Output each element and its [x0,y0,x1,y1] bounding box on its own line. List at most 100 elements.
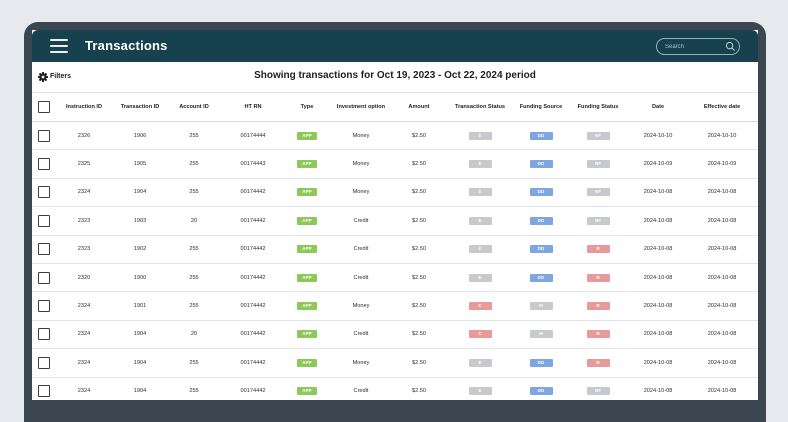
row-checkbox[interactable] [38,158,50,171]
type-badge: APP [297,273,317,282]
funding-status-cell: R [566,235,630,264]
funding-source-badge: DD [529,358,553,367]
funding-status-cell: R [566,320,630,350]
column-header[interactable]: Account ID [168,92,220,122]
transaction-status-badge: E [468,358,492,367]
column-header[interactable]: Transaction Status [444,92,516,122]
column-header[interactable]: Funding Source [516,92,566,122]
transaction-status-cell: C [444,320,516,350]
row-checkbox[interactable] [38,271,50,284]
account-id-cell: 255 [168,263,220,293]
table-row[interactable]: 2325 1905 255 00174443 APP Money $2.50 E DD NF 202… [32,149,758,179]
funding-status-badge: NF [586,387,610,396]
column-header[interactable]: Funding Status [566,92,630,122]
ht-rn-cell: 00174442 [220,291,286,321]
account-id-cell: 255 [168,377,220,400]
search-input[interactable] [665,40,721,53]
row-checkbox[interactable] [38,214,50,227]
investment-option-cell: Credit [328,235,394,264]
column-header[interactable]: HT RN [220,92,286,122]
type-cell: APP [286,235,328,264]
instruction-id-cell: 2325 [56,149,112,179]
transaction-status-badge: C [468,302,492,311]
date-cell: 2024-10-08 [630,320,686,350]
effective-date-cell: 2024-10-08 [686,348,758,378]
table-row[interactable]: 2324 1904 255 00174442 APP Money $2.50 E DD R 2024… [32,348,758,378]
account-id-cell: 255 [168,348,220,378]
column-header[interactable]: Transaction ID [112,92,168,122]
instruction-id-cell: 2324 [56,377,112,400]
transaction-status-cell: E [444,178,516,208]
funding-source-badge: M [529,330,553,339]
effective-date-cell: 2024-10-09 [686,149,758,179]
funding-status-cell: NF [566,377,630,400]
hamburger-menu-icon[interactable] [50,39,68,53]
row-select-cell [32,263,56,293]
row-checkbox[interactable] [38,243,50,256]
ht-rn-cell: 00174442 [220,263,286,293]
funding-status-badge: R [586,358,610,367]
transaction-status-badge: E [468,188,492,197]
table-row[interactable]: 2324 1904 20 00174442 APP Credit $2.50 C M R 2024-… [32,320,758,350]
amount-cell: $2.50 [394,377,444,400]
column-header[interactable]: Amount [394,92,444,122]
funding-source-badge: DD [529,273,553,282]
transaction-id-cell: 1902 [112,235,168,264]
amount-cell: $2.50 [394,121,444,151]
type-badge: APP [297,387,317,396]
table-row[interactable]: 2320 1900 255 00174442 APP Credit $2.50 E DD R 202… [32,263,758,293]
funding-source-cell: DD [516,206,566,236]
column-header[interactable]: Instruction ID [56,92,112,122]
date-cell: 2024-10-10 [630,121,686,151]
row-checkbox[interactable] [38,356,50,369]
date-cell: 2024-10-08 [630,291,686,321]
select-all-checkbox[interactable] [38,101,50,113]
funding-status-cell: R [566,263,630,293]
effective-date-cell: 2024-10-08 [686,377,758,400]
row-checkbox[interactable] [38,385,50,398]
column-header[interactable]: Type [286,92,328,122]
funding-source-cell: DD [516,178,566,208]
table-row[interactable]: 2324 1901 255 00174442 APP Money $2.50 C M R 2024-… [32,291,758,321]
ht-rn-cell: 00174442 [220,320,286,350]
instruction-id-cell: 2324 [56,178,112,208]
table-row[interactable]: 2324 1904 255 00174442 APP Credit $2.50 E DD NF 20… [32,377,758,400]
transaction-id-cell: 1900 [112,263,168,293]
column-header[interactable]: Investment option [328,92,394,122]
amount-cell: $2.50 [394,348,444,378]
transaction-status-badge: E [468,273,492,282]
row-checkbox[interactable] [38,300,50,313]
instruction-id-cell: 2324 [56,348,112,378]
effective-date-cell: 2024-10-08 [686,291,758,321]
date-cell: 2024-10-09 [630,149,686,179]
table-body: 2326 1906 255 00174444 APP Money $2.50 E DD NF 202… [32,121,758,400]
search-box[interactable] [656,38,740,55]
table-row[interactable]: 2326 1906 255 00174444 APP Money $2.50 E DD NF 202… [32,121,758,151]
row-checkbox[interactable] [38,129,50,142]
type-cell: APP [286,377,328,400]
table-row[interactable]: 2323 1902 255 00174442 APP Credit $2.50 E DD R 202… [32,235,758,264]
ht-rn-cell: 00174442 [220,348,286,378]
instruction-id-cell: 2323 [56,235,112,264]
table-row[interactable]: 2323 1903 20 00174442 APP Credit $2.50 E DD NF 202… [32,206,758,236]
table-row[interactable]: 2324 1904 255 00174442 APP Money $2.50 E DD NF 202… [32,178,758,208]
transaction-status-cell: E [444,263,516,293]
funding-status-badge: R [586,302,610,311]
date-cell: 2024-10-08 [630,263,686,293]
transaction-status-cell: E [444,206,516,236]
column-header[interactable]: Date [630,92,686,122]
column-header[interactable]: Effective date [686,92,758,122]
search-icon[interactable] [725,41,736,52]
funding-source-badge: DD [529,160,553,169]
transaction-status-cell: E [444,348,516,378]
funding-status-cell: NF [566,178,630,208]
row-checkbox[interactable] [38,186,50,199]
row-checkbox[interactable] [38,328,50,341]
amount-cell: $2.50 [394,320,444,350]
type-cell: APP [286,348,328,378]
effective-date-cell: 2024-10-10 [686,121,758,151]
funding-source-badge: DD [529,216,553,225]
account-id-cell: 255 [168,121,220,151]
investment-option-cell: Credit [328,206,394,236]
type-badge: APP [297,245,317,254]
